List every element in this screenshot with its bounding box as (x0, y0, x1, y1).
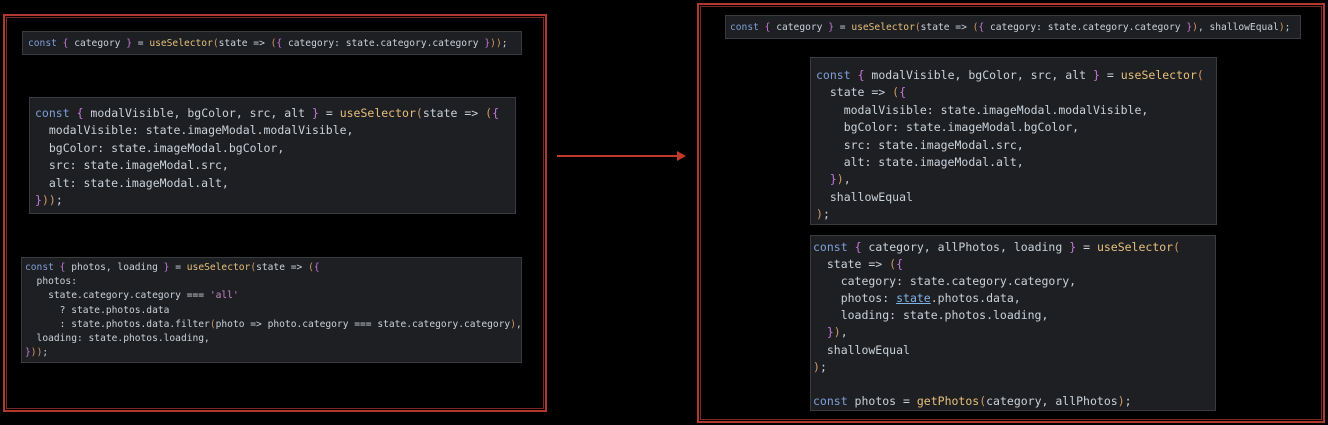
code-line: photos: (25, 276, 77, 288)
code-line: modalVisible: state.imageModal.modalVisi… (816, 102, 1149, 117)
code-line: })); (35, 193, 63, 208)
code-line: ? state.photos.data (25, 304, 170, 316)
after-snippet-2: const { modalVisible, bgColor, src, alt … (810, 57, 1217, 225)
code-line: }), (829, 172, 851, 187)
code-line: alt: state.imageModal.alt, (35, 175, 229, 190)
code-line: const { category } = useSelector(state =… (730, 22, 1291, 33)
code-line: const photos = getPhotos(category, allPh… (813, 393, 1132, 408)
code-line: }), (826, 325, 848, 340)
code-line: modalVisible: state.imageModal.modalVisi… (35, 123, 354, 138)
code-line: photos: state.photos.data, (813, 291, 1021, 306)
code-line: ); (816, 207, 830, 222)
code-line: category: state.category.category, (813, 274, 1077, 289)
before-snippet-3: const { photos, loading } = useSelector(… (21, 257, 522, 363)
code-line: alt: state.imageModal.alt, (816, 155, 1024, 170)
code-line: loading: state.photos.loading, (813, 308, 1049, 323)
code-line: loading: state.photos.loading, (25, 333, 210, 345)
code-line: state => ({ (816, 85, 907, 100)
code-line: src: state.imageModal.src, (35, 158, 229, 173)
code-line: const { photos, loading } = useSelector(… (25, 262, 320, 273)
code-line: shallowEqual (813, 342, 910, 357)
code-line: shallowEqual (816, 189, 913, 204)
after-snippet-3: const { category, allPhotos, loading } =… (810, 235, 1216, 411)
code-line: const { modalVisible, bgColor, src, alt … (35, 106, 499, 120)
code-line: ); (813, 359, 827, 374)
before-snippet-1: const { category } = useSelector(state =… (22, 31, 522, 55)
code-line: bgColor: state.imageModal.bgColor, (35, 140, 285, 155)
before-snippet-2: const { modalVisible, bgColor, src, alt … (29, 97, 516, 214)
code-line: const { category } = useSelector(state =… (28, 38, 508, 49)
after-snippet-1: const { category } = useSelector(state =… (725, 15, 1301, 39)
code-line: const { category, allPhotos, loading } =… (813, 240, 1181, 254)
code-line: const { modalVisible, bgColor, src, alt … (816, 68, 1204, 82)
arrow-right-icon (557, 151, 686, 161)
code-line: bgColor: state.imageModal.bgColor, (816, 120, 1080, 135)
code-line: : state.photos.data.filter(photo => phot… (25, 318, 522, 330)
code-line: state.category.category === 'all' (25, 290, 239, 302)
code-line: })); (25, 347, 49, 359)
code-line: state => ({ (813, 257, 904, 272)
code-line: src: state.imageModal.src, (816, 137, 1024, 152)
